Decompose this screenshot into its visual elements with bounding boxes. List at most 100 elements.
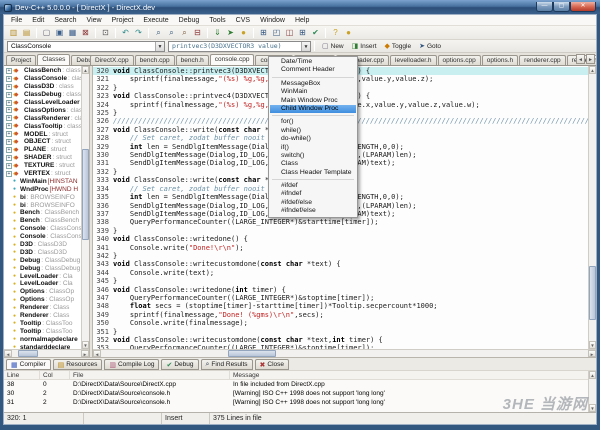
tree-item-bench[interactable]: ● Bench : ClassBench bbox=[5, 217, 81, 225]
expand-icon[interactable]: + bbox=[6, 146, 12, 153]
tree-item-bi[interactable]: ● bi : BROWSEINFO bbox=[5, 193, 81, 201]
expand-icon[interactable]: + bbox=[6, 91, 12, 98]
close-file-icon[interactable]: ⊠ bbox=[80, 27, 92, 39]
tree-item-shader[interactable]: + ◆◆ SHADER : struct bbox=[5, 154, 81, 162]
tab-bench-h[interactable]: bench.h bbox=[175, 55, 209, 65]
undo-icon[interactable]: ↶ bbox=[120, 27, 132, 39]
chevron-down-icon[interactable]: ▼ bbox=[301, 41, 310, 51]
tab-console-cpp[interactable]: console.cpp bbox=[209, 54, 255, 65]
goto-button[interactable]: ➤ Goto bbox=[415, 40, 445, 52]
tab-scroll-left-icon[interactable]: ◄ bbox=[576, 54, 585, 64]
menu-item-messagebox[interactable]: MessageBox bbox=[270, 80, 356, 88]
save-all-icon[interactable]: ▦ bbox=[67, 27, 79, 39]
open-project-icon[interactable]: ▤ bbox=[21, 27, 33, 39]
tree-item-vertex[interactable]: + ◆◆ VERTEX : struct bbox=[5, 170, 81, 178]
compile-and-run-icon[interactable]: ● bbox=[238, 27, 250, 39]
expand-icon[interactable]: + bbox=[6, 67, 12, 74]
replace-icon[interactable]: ⌕ bbox=[179, 27, 191, 39]
tab-compiler[interactable]: ▦ Compiler bbox=[6, 359, 51, 370]
tab-close[interactable]: ✖ Close bbox=[254, 359, 290, 370]
tree-item-classdebug[interactable]: + ◆◆ ClassDebug : class bbox=[5, 91, 81, 99]
tree-item-classoptions[interactable]: +◆◆ ClassOptions : class bbox=[5, 106, 81, 114]
tree-item-classlevelloader[interactable]: +◆◆ClassLevelLoader : class bbox=[5, 99, 81, 107]
scroll-left-icon[interactable]: ◄ bbox=[4, 350, 12, 357]
menu-item-main-window-proc[interactable]: Main Window Proc bbox=[270, 97, 356, 105]
tree-item-texture[interactable]: + ◆◆ TEXTURE : struct bbox=[5, 162, 81, 170]
class-combo[interactable]: ClassConsole ▼ bbox=[7, 40, 165, 52]
run-icon[interactable]: ➤ bbox=[225, 27, 237, 39]
scroll-up-icon[interactable]: ▲ bbox=[589, 66, 596, 74]
about-icon[interactable]: ● bbox=[343, 27, 355, 39]
member-combo[interactable]: printvec3(D3DXVECTOR3 value) ▼ bbox=[168, 40, 311, 52]
menu-item-class-header-template[interactable]: Class Header Template bbox=[270, 169, 356, 177]
goto-line-icon[interactable]: ⊟ bbox=[192, 27, 204, 39]
full-screen-icon[interactable]: ⊞ bbox=[258, 27, 270, 39]
find-icon[interactable]: ⌕ bbox=[153, 27, 165, 39]
editor-horizontal-scrollbar[interactable]: ◄ ► bbox=[93, 349, 596, 357]
tree-item-classconsole[interactable]: +◆◆ ClassConsole : class bbox=[5, 75, 81, 83]
tree-item-debug[interactable]: ● Debug : ClassDebug bbox=[5, 264, 81, 272]
chevron-down-icon[interactable]: ▼ bbox=[155, 41, 164, 51]
menu-edit[interactable]: Edit bbox=[27, 17, 49, 24]
new-file-icon[interactable]: ▢ bbox=[41, 27, 53, 39]
expand-icon[interactable]: + bbox=[6, 75, 12, 82]
menu-item-switch[interactable]: switch() bbox=[270, 152, 356, 160]
redo-icon[interactable]: ↷ bbox=[133, 27, 145, 39]
expand-icon[interactable]: + bbox=[6, 154, 12, 161]
minimize-button[interactable]: — bbox=[536, 1, 553, 12]
new-button[interactable]: ▢ New bbox=[318, 40, 348, 52]
expand-icon[interactable]: + bbox=[6, 83, 12, 90]
expand-icon[interactable]: + bbox=[6, 107, 12, 114]
menu-item-winmain[interactable]: WinMain bbox=[270, 88, 356, 96]
tree-item-levelloader[interactable]: ● LevelLoader : Cla bbox=[5, 280, 81, 288]
tree-item-classd3d[interactable]: + ◆◆ ClassD3D : class bbox=[5, 83, 81, 91]
compile-icon[interactable]: ⇓ bbox=[212, 27, 224, 39]
menu-tools[interactable]: Tools bbox=[204, 17, 230, 24]
insert-button[interactable]: ◨ Insert bbox=[348, 40, 381, 52]
print-icon[interactable]: ⊡ bbox=[100, 27, 112, 39]
tab-levelloader-h[interactable]: levelloader.h bbox=[390, 55, 437, 65]
expand-icon[interactable]: + bbox=[6, 131, 12, 138]
maximize-button[interactable]: ▢ bbox=[553, 1, 570, 12]
menu-help[interactable]: Help bbox=[290, 17, 314, 24]
expand-icon[interactable]: + bbox=[6, 99, 12, 106]
menu-item-ifndef-else[interactable]: #ifndef/else bbox=[270, 207, 356, 215]
tree-item-bi[interactable]: ● bi : BROWSEINFO bbox=[5, 201, 81, 209]
tree-item-levelloader[interactable]: ● LevelLoader : Cla bbox=[5, 272, 81, 280]
new-project-icon[interactable]: ▥ bbox=[8, 27, 20, 39]
scroll-down-icon[interactable]: ▼ bbox=[589, 404, 596, 412]
tree-item-tooltip[interactable]: ● Tooltip : ClassToo bbox=[5, 320, 81, 328]
tab-compile-log[interactable]: ▥ Compile Log bbox=[104, 359, 160, 370]
tab-resources[interactable]: ▤ Resources bbox=[52, 359, 103, 370]
tab-classes[interactable]: Classes bbox=[37, 54, 71, 65]
scroll-right-icon[interactable]: ► bbox=[81, 350, 89, 357]
scroll-up-icon[interactable]: ▲ bbox=[589, 371, 596, 379]
tree-horizontal-scrollbar[interactable]: ◄ ► bbox=[4, 349, 89, 357]
tree-item-renderer[interactable]: ● Renderer : Class bbox=[5, 312, 81, 320]
menu-execute[interactable]: Execute bbox=[138, 17, 173, 24]
menu-item-ifdef-else[interactable]: #ifdef/else bbox=[270, 199, 356, 207]
tree-item-classbench[interactable]: + ◆◆ ClassBench : class bbox=[5, 67, 81, 75]
scroll-left-icon[interactable]: ◄ bbox=[93, 350, 101, 357]
tree-item-d3d[interactable]: ● D3D : ClassD3D bbox=[5, 248, 81, 256]
issue-row[interactable]: 38 0 D:\DirectX\Data\Source\DirectX.cpp In … bbox=[4, 380, 596, 389]
menu-search[interactable]: Search bbox=[49, 17, 81, 24]
menu-file[interactable]: File bbox=[6, 17, 27, 24]
expand-icon[interactable]: + bbox=[6, 170, 12, 177]
tree-item-console[interactable]: ●Console : ClassConsole bbox=[5, 225, 81, 233]
menu-cvs[interactable]: CVS bbox=[231, 17, 255, 24]
tree-item-console[interactable]: ●Console : ClassConsole bbox=[5, 233, 81, 241]
menu-item-date-time[interactable]: Date/Time bbox=[270, 58, 356, 66]
tab-options-h[interactable]: options.h bbox=[481, 55, 519, 65]
scroll-down-icon[interactable]: ▼ bbox=[82, 341, 89, 349]
menu-item-if[interactable]: if() bbox=[270, 144, 356, 152]
menu-item-class[interactable]: Class bbox=[270, 160, 356, 168]
tree-item-classtooltip[interactable]: + ◆◆ ClassTooltip : class bbox=[5, 122, 81, 130]
window-split-icon[interactable]: ◫ bbox=[284, 27, 296, 39]
tree-item-options[interactable]: ● Options : ClassOp bbox=[5, 296, 81, 304]
menu-item-child-window-proc[interactable]: Child Window Proc bbox=[270, 104, 356, 114]
scroll-down-icon[interactable]: ▼ bbox=[589, 341, 596, 349]
menu-project[interactable]: Project bbox=[107, 17, 139, 24]
issues-vertical-scrollbar[interactable]: ▲ ▼ bbox=[588, 371, 596, 412]
menu-window[interactable]: Window bbox=[255, 17, 290, 24]
